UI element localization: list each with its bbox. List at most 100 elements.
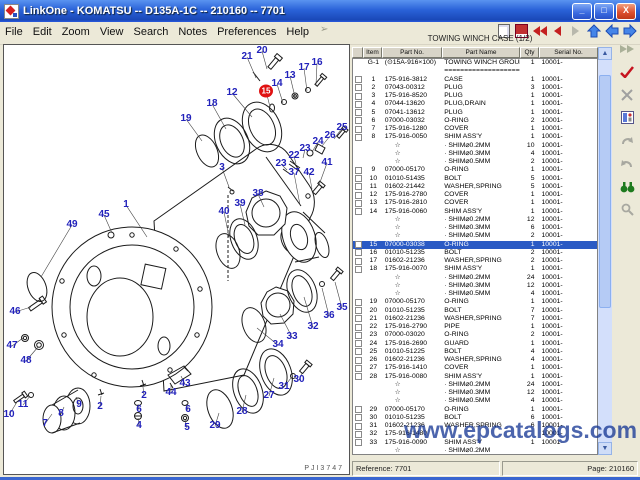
table-row[interactable]: 907000-05170O-RING110001- xyxy=(353,166,597,174)
callout-39[interactable]: 39 xyxy=(234,199,245,209)
row-checkbox[interactable] xyxy=(355,324,362,331)
table-row[interactable]: 2307000-03020O-RING210001- xyxy=(353,331,597,339)
callout-12[interactable]: 12 xyxy=(226,88,237,98)
row-checkbox[interactable] xyxy=(355,423,362,430)
redo-arrow-icon[interactable] xyxy=(619,156,635,171)
column-header-select[interactable] xyxy=(352,47,363,58)
table-row[interactable]: 2501010-51225BOLT410001- xyxy=(353,348,597,356)
callout-27[interactable]: 27 xyxy=(263,391,274,401)
table-row[interactable]: 2907000-05170O-RING110001- xyxy=(353,406,597,414)
table-row[interactable]: ☆· SHIM⌀0.3MM1210001- xyxy=(353,282,597,290)
table-row[interactable]: 3175-916-8520PLUG110001- xyxy=(353,92,597,100)
row-checkbox[interactable] xyxy=(355,126,362,133)
menu-file[interactable]: File xyxy=(0,24,28,40)
callout-2[interactable]: 2 xyxy=(97,402,103,412)
callout-25[interactable]: 25 xyxy=(336,123,347,133)
callout-19[interactable]: 19 xyxy=(180,114,191,124)
table-row[interactable]: ☆· SHIM⌀0.2MM2410001- xyxy=(353,381,597,389)
table-row[interactable]: 1601010-51235BOLT210001- xyxy=(353,249,597,257)
callout-11[interactable]: 11 xyxy=(18,400,29,410)
table-row[interactable]: 1907000-05170O-RING110001- xyxy=(353,298,597,306)
callout-23[interactable]: 23 xyxy=(299,144,310,154)
table-row[interactable]: 24175-916-2690GUARD110001- xyxy=(353,340,597,348)
diagram-panel[interactable]: 2021161713141512181925262423222341423738… xyxy=(3,44,350,475)
callout-20[interactable]: 20 xyxy=(256,46,267,56)
table-row[interactable]: G-1(⊙15A-916×100)TOWING WINCH GROUP11000… xyxy=(353,59,597,67)
callout-37[interactable]: 37 xyxy=(288,168,299,178)
row-checkbox[interactable] xyxy=(355,357,362,364)
table-row[interactable]: 14175-916-0060SHIM ASS'Y110001- xyxy=(353,208,597,216)
callout-35[interactable]: 35 xyxy=(336,303,347,313)
callout-8[interactable]: 8 xyxy=(58,409,64,419)
menu-view[interactable]: View xyxy=(95,24,129,40)
table-row[interactable]: 2001010-51235BOLT710001- xyxy=(353,307,597,315)
callout-10[interactable]: 10 xyxy=(3,410,14,420)
row-checkbox[interactable] xyxy=(355,109,362,116)
callout-23[interactable]: 23 xyxy=(275,159,286,169)
table-scrollbar[interactable]: ▲ ▼ xyxy=(598,47,612,455)
close-button[interactable]: X xyxy=(616,3,636,20)
row-checkbox[interactable] xyxy=(355,101,362,108)
row-checkbox[interactable] xyxy=(355,258,362,265)
column-header-Part Name[interactable]: Part Name xyxy=(442,47,520,58)
table-row[interactable]: 12175-916-2780COVER110001- xyxy=(353,191,597,199)
table-row[interactable]: 2101602-21236WASHER,SPRING710001- xyxy=(353,315,597,323)
callout-30[interactable]: 30 xyxy=(293,375,304,385)
undo-arrow-icon[interactable] xyxy=(619,133,635,148)
column-header-Serial No.[interactable]: Serial No. xyxy=(539,47,598,58)
callout-3[interactable]: 3 xyxy=(219,163,225,173)
table-row[interactable]: 18175-916-0070SHIM ASS'Y110001- xyxy=(353,265,597,273)
row-checkbox[interactable] xyxy=(355,175,362,182)
callout-17[interactable]: 17 xyxy=(298,63,309,73)
row-checkbox[interactable] xyxy=(355,134,362,141)
table-row[interactable]: 8175-916-0050SHIM ASS'Y110001- xyxy=(353,133,597,141)
callout-32[interactable]: 32 xyxy=(307,322,318,332)
table-row[interactable]: ☆· SHIM⌀0.3MM610001- xyxy=(353,224,597,232)
callout-38[interactable]: 38 xyxy=(252,189,263,199)
row-checkbox[interactable] xyxy=(355,76,362,83)
callout-21[interactable]: 21 xyxy=(241,52,252,62)
callout-28[interactable]: 28 xyxy=(236,407,247,417)
callout-13[interactable]: 13 xyxy=(284,71,295,81)
callout-46[interactable]: 46 xyxy=(9,307,20,317)
callout-22[interactable]: 22 xyxy=(288,151,299,161)
row-checkbox[interactable] xyxy=(355,431,362,438)
row-checkbox[interactable] xyxy=(355,117,362,124)
table-row[interactable]: ☆· SHIM⌀0.2MM xyxy=(353,447,597,455)
column-header-Qty[interactable]: Qty xyxy=(520,47,539,58)
row-checkbox[interactable] xyxy=(355,348,362,355)
column-header-Item[interactable]: Item xyxy=(363,47,382,58)
table-row[interactable]: ☆· SHIM⌀0.2MM1210001- xyxy=(353,216,597,224)
table-row-selected[interactable]: 1507000-03038O-RING110001- xyxy=(353,241,597,249)
table-row[interactable]: 27175-916-1410COVER110001- xyxy=(353,364,597,372)
callout-43[interactable]: 43 xyxy=(179,379,190,389)
table-row[interactable]: 407044-13620PLUG,DRAIN110001- xyxy=(353,100,597,108)
row-checkbox[interactable] xyxy=(355,340,362,347)
callout-41[interactable]: 41 xyxy=(321,158,332,168)
row-checkbox[interactable] xyxy=(355,249,362,256)
menu-extra-icon[interactable]: ➢ xyxy=(314,22,334,37)
row-checkbox[interactable] xyxy=(355,332,362,339)
menu-search[interactable]: Search xyxy=(128,24,173,40)
menu-help[interactable]: Help xyxy=(281,24,314,40)
row-checkbox[interactable] xyxy=(355,439,362,446)
callout-1[interactable]: 1 xyxy=(123,200,129,210)
column-header-Part No.[interactable]: Part No. xyxy=(382,47,442,58)
table-row[interactable]: ☆· SHIM⌀0.3MM1210001- xyxy=(353,389,597,397)
callout-45[interactable]: 45 xyxy=(98,210,109,220)
callout-7[interactable]: 7 xyxy=(42,419,48,429)
table-row[interactable]: 1175-916-3812CASE110001- xyxy=(353,76,597,84)
menu-notes[interactable]: Notes xyxy=(173,24,212,40)
table-row[interactable]: 28175-916-0080SHIM ASS'Y110001- xyxy=(353,373,597,381)
menu-preferences[interactable]: Preferences xyxy=(212,24,281,40)
callout-26[interactable]: 26 xyxy=(324,131,335,141)
row-checkbox[interactable] xyxy=(355,93,362,100)
callout-49[interactable]: 49 xyxy=(66,220,77,230)
callout-9[interactable]: 9 xyxy=(76,400,82,410)
table-row[interactable]: ☆· SHIM⌀0.2MM1010001- xyxy=(353,142,597,150)
menu-edit[interactable]: Edit xyxy=(28,24,57,40)
table-row[interactable]: ☆· SHIM⌀0.3MM410001- xyxy=(353,150,597,158)
row-checkbox[interactable] xyxy=(355,373,362,380)
callout-2[interactable]: 2 xyxy=(141,391,147,401)
table-row[interactable]: 1001010-51435BOLT510001- xyxy=(353,175,597,183)
